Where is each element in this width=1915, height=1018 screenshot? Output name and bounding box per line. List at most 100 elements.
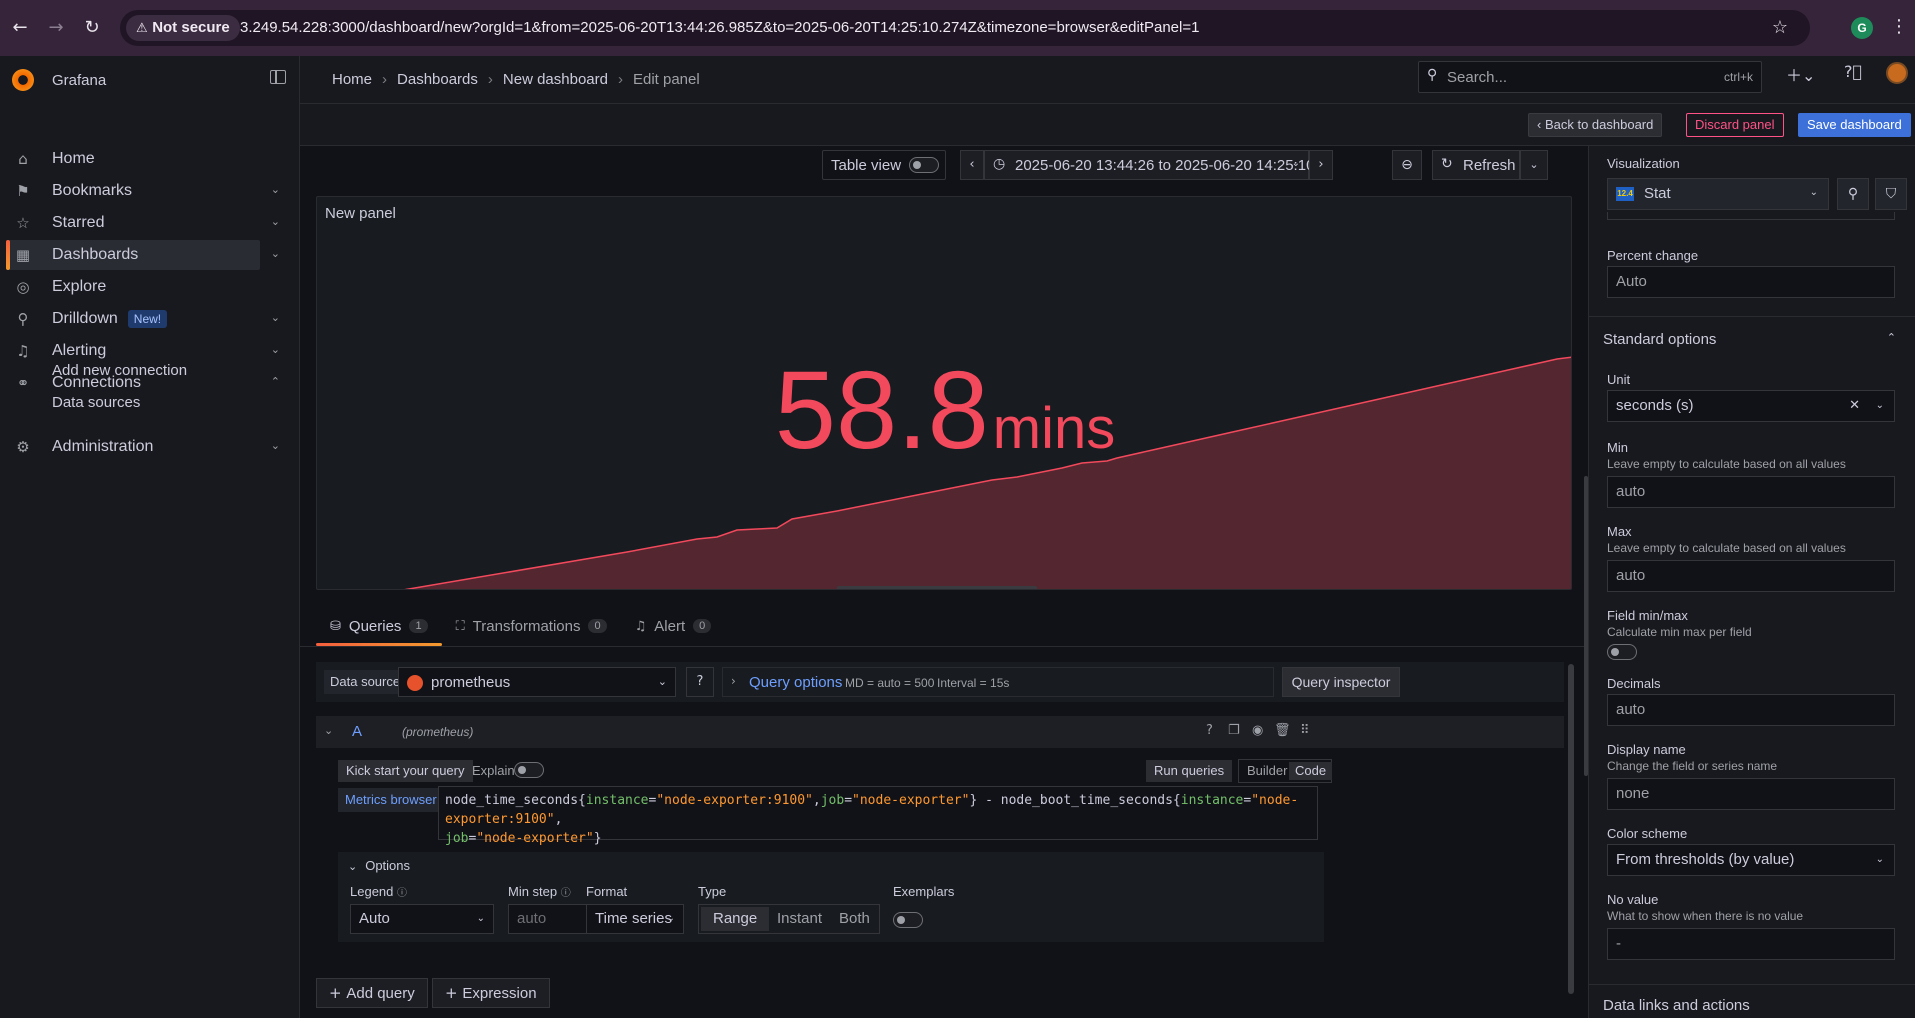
refresh-button[interactable]: ↻ Refresh <box>1432 150 1520 180</box>
display-name-label: Display name <box>1607 742 1686 757</box>
save-dashboard-button[interactable]: Save dashboard <box>1798 113 1911 137</box>
breadcrumb-home[interactable]: Home <box>332 64 372 96</box>
sidebar-item-dashboards[interactable]: ▦ Dashboards ⌄ <box>6 240 280 270</box>
browser-profile-avatar[interactable]: G <box>1851 17 1873 39</box>
sidebar-item-home[interactable]: ⌂ Home <box>8 144 260 174</box>
search-options-icon[interactable]: ⚲ <box>1837 178 1869 210</box>
chevron-up-icon[interactable]: ⌃ <box>271 375 280 388</box>
builder-mode-button[interactable]: Builder <box>1241 762 1293 780</box>
query-options-collapse[interactable]: › Query options MD = auto = 500 Interval… <box>722 667 1274 697</box>
chevron-down-icon[interactable]: ⌄ <box>271 247 280 260</box>
exemplars-switch[interactable] <box>893 912 923 928</box>
datasource-row: Data source prometheus ⌄ ? › Query optio… <box>316 662 1564 702</box>
run-queries-button[interactable]: Run queries <box>1146 760 1233 782</box>
type-both-option[interactable]: Both <box>827 907 882 931</box>
display-name-input[interactable]: none <box>1607 778 1895 810</box>
add-new-icon[interactable]: ＋⌄ <box>1786 62 1815 86</box>
clear-icon[interactable]: ✕ <box>1849 391 1860 421</box>
max-input[interactable]: auto <box>1607 560 1895 592</box>
min-input[interactable]: auto <box>1607 476 1895 508</box>
horizontal-scrollbar[interactable] <box>837 586 1037 589</box>
tab-queries[interactable]: ⛁ Queries 1 <box>316 606 442 646</box>
address-bar[interactable]: ⚠ Not secure 3.249.54.228:3000/dashboard… <box>120 10 1810 46</box>
eye-icon[interactable]: ◉ <box>1252 723 1263 738</box>
url-text[interactable]: 3.249.54.228:3000/dashboard/new?orgId=1&… <box>240 10 1199 46</box>
bookmark-star-icon[interactable]: ☆ <box>1772 10 1788 46</box>
forward-arrow-icon[interactable]: → <box>44 16 68 40</box>
sidebar-item-bookmarks[interactable]: ⚑ Bookmarks ⌄ <box>8 176 280 206</box>
table-view-toggle[interactable]: Table view <box>822 150 946 180</box>
chevron-down-icon[interactable]: ⌄ <box>271 215 280 228</box>
sidebar-subitem-data-sources[interactable]: Data sources <box>52 394 140 411</box>
time-range-picker[interactable]: ◷ 2025-06-20 13:44:26 to 2025-06-20 14:2… <box>984 150 1314 180</box>
refresh-interval-dropdown[interactable]: ⌄ <box>1520 150 1548 180</box>
options-header-label: Options <box>365 858 411 873</box>
visualization-picker[interactable]: 12.4 Stat ⌄ <box>1607 178 1829 210</box>
back-to-dashboard-button[interactable]: ‹ Back to dashboard <box>1528 113 1663 137</box>
kick-start-query-button[interactable]: Kick start your query <box>338 760 473 782</box>
options-header[interactable]: ⌄ Options <box>348 858 410 873</box>
browser-menu-icon[interactable]: ⋮ <box>1890 16 1908 37</box>
filter-icon[interactable]: ⛉ <box>1875 178 1907 210</box>
explain-switch[interactable] <box>514 762 544 778</box>
query-ref-id[interactable]: A <box>352 723 362 740</box>
metrics-browser-button[interactable]: Metrics browser › <box>338 788 452 812</box>
no-value-input[interactable]: - <box>1607 928 1895 960</box>
back-arrow-icon[interactable]: ← <box>8 16 32 40</box>
type-instant-option[interactable]: Instant <box>765 907 834 931</box>
trash-icon[interactable]: 🗑 <box>1274 723 1291 738</box>
breadcrumb-dashboards[interactable]: Dashboards <box>397 64 478 96</box>
add-query-button[interactable]: + Add query <box>316 978 428 1008</box>
help-icon[interactable]: ? <box>1206 723 1213 738</box>
query-inspector-button[interactable]: Query inspector <box>1282 667 1400 697</box>
color-scheme-select[interactable]: From thresholds (by value) ⌄ <box>1607 844 1895 876</box>
sidebar-subitem-add-new-connection[interactable]: Add new connection <box>52 362 187 379</box>
datasource-help-icon[interactable]: ? <box>686 667 714 697</box>
legend-select[interactable]: Auto ⌄ <box>350 904 494 934</box>
zoom-out-icon[interactable]: ⊖ <box>1392 150 1422 180</box>
table-view-switch[interactable] <box>909 157 939 173</box>
panel-preview[interactable]: New panel 58.8 mins <box>316 196 1572 590</box>
chevron-down-icon[interactable]: ⌄ <box>271 343 280 356</box>
back-label: Back to dashboard <box>1544 117 1654 132</box>
chevron-down-icon[interactable]: ⌄ <box>271 439 280 452</box>
chevron-down-icon[interactable]: ⌄ <box>271 183 280 196</box>
grafana-home-link[interactable]: Grafana <box>12 64 106 96</box>
sidebar-item-administration[interactable]: ⚙ Administration ⌄ <box>8 432 280 462</box>
percent-change-input[interactable]: Auto <box>1607 266 1895 298</box>
sidebar-item-starred[interactable]: ☆ Starred ⌄ <box>8 208 280 238</box>
discard-panel-button[interactable]: Discard panel <box>1686 113 1784 137</box>
breadcrumb-separator-icon: › <box>487 71 493 88</box>
duplicate-icon[interactable]: ❐ <box>1228 723 1240 738</box>
help-icon[interactable]: ?⃝ <box>1844 62 1862 81</box>
format-select[interactable]: Time series ⌄ <box>586 904 684 934</box>
datasource-picker[interactable]: prometheus ⌄ <box>398 667 676 697</box>
data-links-section[interactable]: Data links and actions <box>1589 984 1915 1018</box>
not-secure-badge[interactable]: ⚠ Not secure <box>126 15 240 41</box>
min-step-input[interactable]: auto <box>508 904 588 934</box>
tab-transformations[interactable]: ⛶ Transformations 0 <box>442 606 621 646</box>
time-shift-back-icon[interactable]: ‹ <box>960 150 984 180</box>
avatar[interactable] <box>1886 62 1908 84</box>
chevron-down-icon[interactable]: ⌄ <box>324 724 333 737</box>
dock-menu-icon[interactable] <box>270 70 286 84</box>
chevron-down-icon[interactable]: ⌄ <box>271 311 280 324</box>
sidebar-item-drilldown[interactable]: ⚲ Drilldown New! ⌄ <box>8 304 280 334</box>
chevron-down-icon: ⌄ <box>1809 187 1818 198</box>
code-mode-button[interactable]: Code <box>1289 762 1333 780</box>
promql-editor[interactable]: node_time_seconds{instance="node-exporte… <box>438 786 1318 846</box>
sidebar-item-explore[interactable]: ◎ Explore <box>8 272 260 302</box>
decimals-input[interactable]: auto <box>1607 694 1895 726</box>
add-expression-button[interactable]: + Expression <box>432 978 550 1008</box>
query-scrollbar[interactable] <box>1568 664 1574 994</box>
standard-options-section[interactable]: Standard options ⌃ <box>1589 316 1915 362</box>
field-min-max-switch[interactable] <box>1607 644 1637 660</box>
tab-alert[interactable]: ♫ Alert 0 <box>621 606 726 646</box>
drag-handle-icon[interactable]: ⠿ <box>1300 723 1310 738</box>
unit-select[interactable]: seconds (s) ✕ ⌄ <box>1607 390 1895 422</box>
search-input[interactable]: ⚲ Search... ctrl+k <box>1418 61 1762 93</box>
time-shift-forward-icon[interactable]: › <box>1309 150 1333 180</box>
reload-icon[interactable]: ↻ <box>80 16 104 40</box>
breadcrumb-new-dashboard[interactable]: New dashboard <box>503 64 608 96</box>
type-range-option[interactable]: Range <box>701 907 770 931</box>
